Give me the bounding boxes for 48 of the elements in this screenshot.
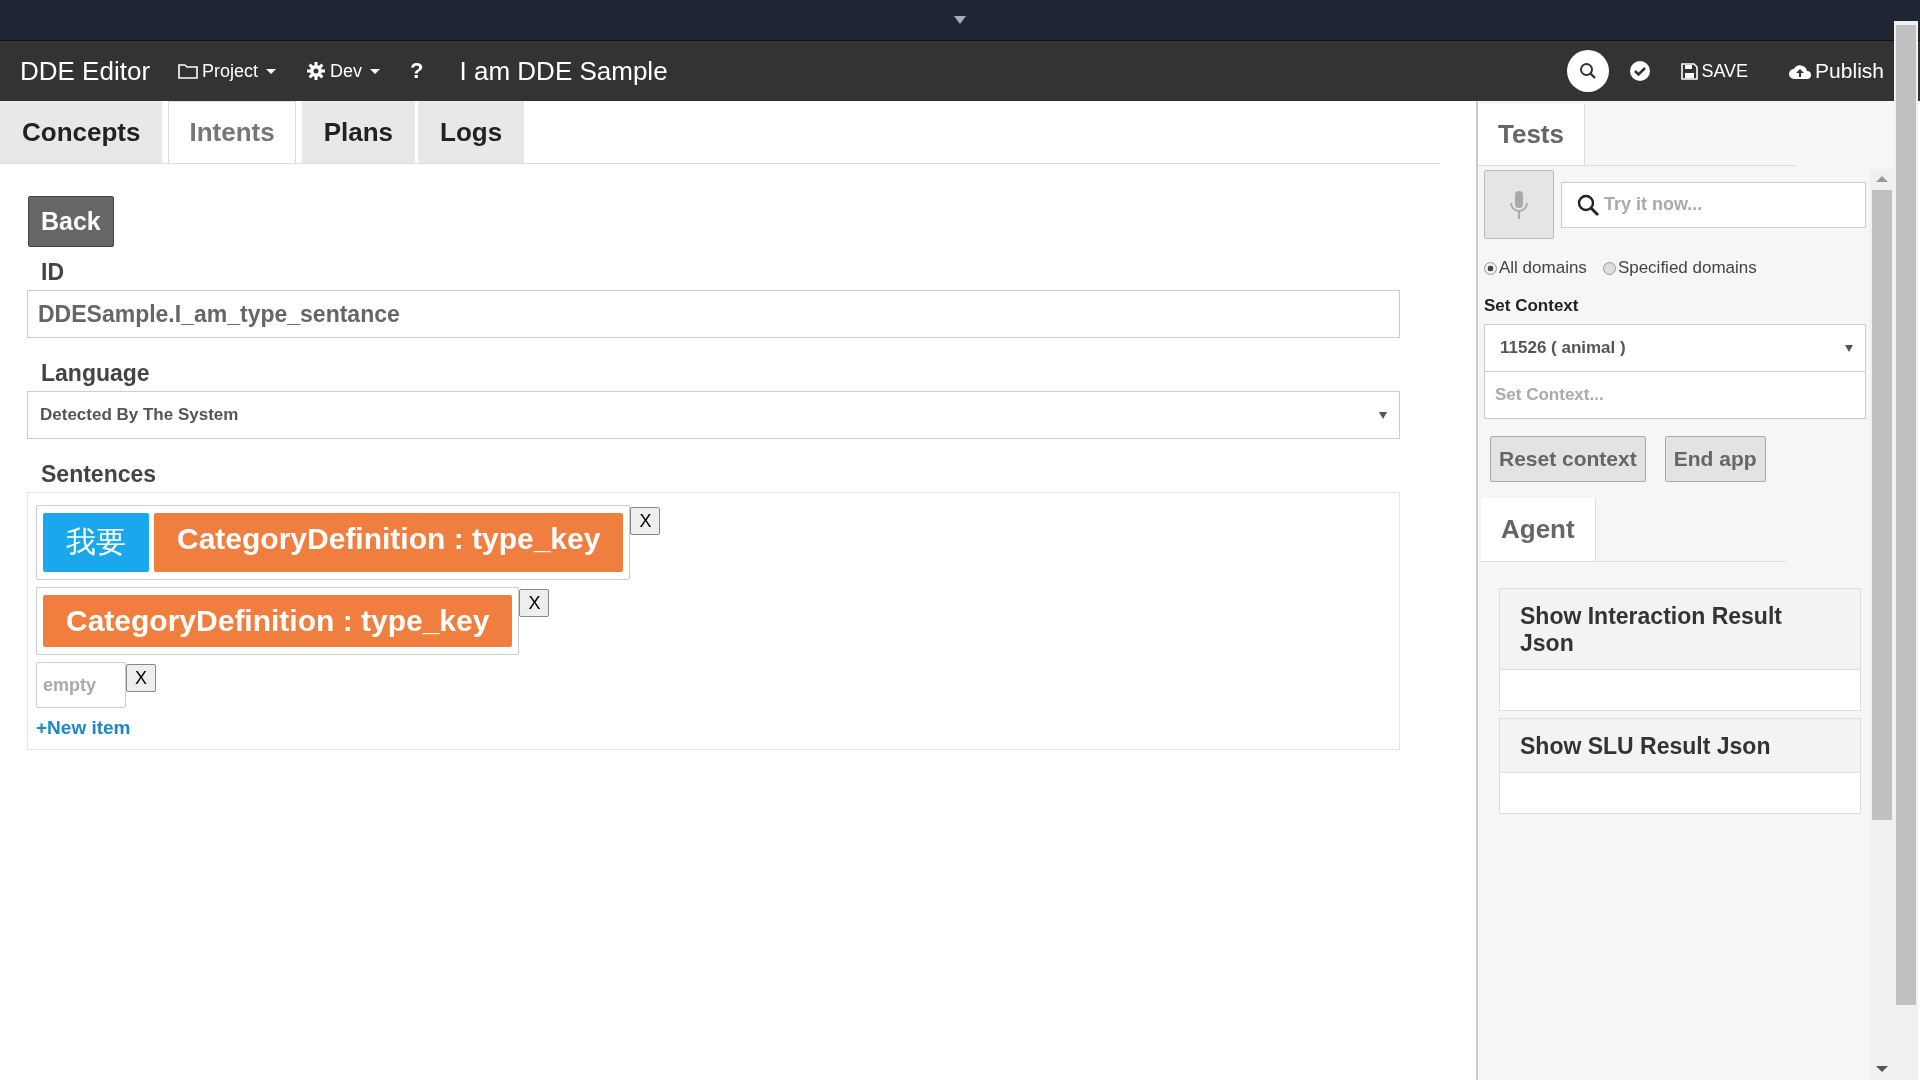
context-input[interactable]: Set Context...	[1484, 372, 1866, 419]
tab[interactable]: Intents	[168, 101, 296, 163]
new-item-link[interactable]: +New item	[36, 717, 1391, 739]
search-icon	[1576, 192, 1600, 217]
context-label: Set Context	[1484, 296, 1580, 316]
caret-icon	[266, 68, 277, 74]
id-field[interactable]: DDESample.I_am_type_sentance	[27, 290, 1400, 338]
nav-menu[interactable]: Project	[178, 60, 277, 82]
card-heading[interactable]: Show Interaction Result Json	[1500, 589, 1860, 670]
save-button[interactable]: SAVE	[1681, 60, 1749, 82]
dropdown-caret-icon	[1379, 411, 1387, 419]
domain-radio[interactable]: Specified domains	[1602, 258, 1757, 278]
gear-icon	[306, 61, 327, 81]
dropdown-caret-icon	[1845, 344, 1853, 352]
remove-button[interactable]: X	[519, 589, 550, 617]
project-title: I am DDE Sample	[459, 55, 668, 87]
cloud-upload-icon	[1788, 62, 1813, 80]
remove-button[interactable]: X	[126, 664, 156, 692]
brand-title[interactable]: DDE Editor	[20, 55, 151, 87]
context-select[interactable]: 11526 ( animal )	[1484, 324, 1866, 372]
search-button[interactable]	[1567, 50, 1610, 92]
microphone-icon	[1509, 188, 1529, 221]
context-button[interactable]: End app	[1664, 436, 1766, 482]
tab[interactable]: Plans	[301, 101, 416, 163]
context-button[interactable]: Reset context	[1490, 436, 1646, 482]
collapse-caret-icon[interactable]	[954, 16, 966, 24]
field-label: Language	[41, 360, 151, 387]
tests-tab[interactable]: Tests	[1478, 104, 1585, 165]
folder-icon	[178, 63, 199, 79]
scrollbar[interactable]	[1894, 21, 1918, 1080]
field-label: ID	[41, 259, 65, 286]
check-circle-icon[interactable]	[1629, 60, 1652, 82]
card-heading[interactable]: Show SLU Result Json	[1500, 719, 1860, 773]
search-field[interactable]: Try it now...	[1561, 181, 1866, 228]
scrollbar[interactable]	[1870, 169, 1894, 1080]
help-button[interactable]: ?	[410, 58, 424, 84]
language-select[interactable]: Detected By The System	[27, 391, 1400, 439]
tab[interactable]: Logs	[418, 101, 525, 163]
back-button[interactable]: Back	[28, 196, 114, 247]
tab[interactable]: Concepts	[0, 101, 163, 163]
publish-button[interactable]: Publish	[1788, 59, 1884, 83]
caret-icon	[370, 68, 381, 74]
sentence-input[interactable]: empty	[36, 662, 126, 708]
remove-button[interactable]: X	[630, 507, 661, 535]
domain-radio[interactable]: All domains	[1484, 258, 1587, 278]
agent-tab[interactable]: Agent	[1481, 498, 1596, 561]
field-label: Sentences	[41, 461, 158, 488]
nav-menu[interactable]: Dev	[306, 60, 381, 82]
